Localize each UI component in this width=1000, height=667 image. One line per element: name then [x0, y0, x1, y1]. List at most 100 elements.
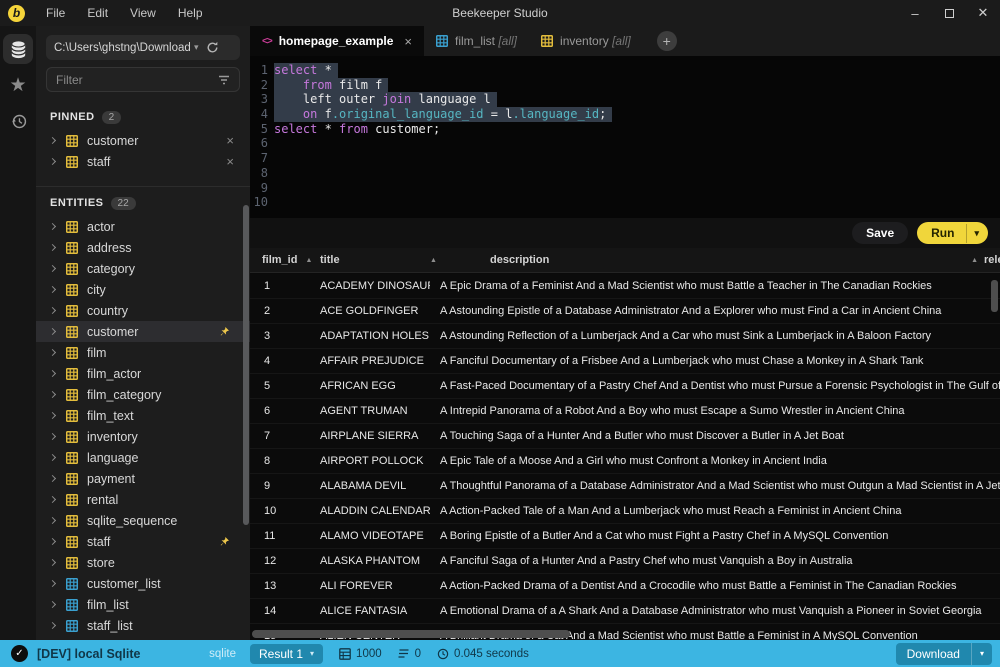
pinned-item-staff[interactable]: staff × — [36, 151, 250, 172]
entity-item-inventory[interactable]: inventory — [36, 426, 250, 447]
table-row[interactable]: 11 ALAMO VIDEOTAPE A Boring Epistle of a… — [250, 524, 1000, 549]
refresh-icon[interactable] — [206, 41, 219, 54]
cell-title[interactable]: AGENT TRUMAN — [312, 405, 430, 417]
entity-item-actor[interactable]: actor — [36, 216, 250, 237]
entity-item-film_text[interactable]: film_text — [36, 405, 250, 426]
chevron-right-icon[interactable] — [49, 496, 56, 503]
tab-homepage_example[interactable]: <>homepage_example × — [250, 26, 424, 56]
download-button[interactable]: Download ▾ — [896, 643, 992, 665]
table-row[interactable]: 8 AIRPORT POLLOCK A Epic Tale of a Moose… — [250, 449, 1000, 474]
cell-title[interactable]: ALAMO VIDEOTAPE — [312, 530, 430, 542]
maximize-button[interactable] — [932, 0, 966, 26]
cell-film-id[interactable]: 8 — [250, 455, 312, 467]
chevron-right-icon[interactable] — [49, 307, 56, 314]
cell-film-id[interactable]: 4 — [250, 355, 312, 367]
table-row[interactable]: 9 ALABAMA DEVIL A Thoughtful Panorama of… — [250, 474, 1000, 499]
entity-item-film[interactable]: film — [36, 342, 250, 363]
connection-selector[interactable]: C:\Users\ghstng\Downloads ▾ — [46, 35, 240, 60]
run-dropdown-caret-icon[interactable]: ▾ — [966, 224, 988, 243]
menu-edit[interactable]: Edit — [76, 0, 119, 26]
cell-title[interactable]: ALI FOREVER — [312, 580, 430, 592]
chevron-right-icon[interactable] — [49, 265, 56, 272]
vertical-scrollbar[interactable] — [991, 280, 998, 312]
cell-title[interactable]: AFFAIR PREJUDICE — [312, 355, 430, 367]
title-sort-zone[interactable]: ▲ — [430, 248, 490, 272]
cell-description[interactable]: A Epic Drama of a Feminist And a Mad Sci… — [430, 280, 1000, 292]
cell-film-id[interactable]: 6 — [250, 405, 312, 417]
cell-film-id[interactable]: 7 — [250, 430, 312, 442]
table-row[interactable]: 10 ALADDIN CALENDAR A Action-Packed Tale… — [250, 499, 1000, 524]
column-header-title[interactable]: title — [312, 248, 430, 272]
table-row[interactable]: 7 AIRPLANE SIERRA A Touching Saga of a H… — [250, 424, 1000, 449]
favorites-star-icon[interactable]: ★ — [3, 70, 33, 100]
cell-film-id[interactable]: 3 — [250, 330, 312, 342]
chevron-right-icon[interactable] — [49, 223, 56, 230]
sql-editor[interactable]: 1 select *2 from film f3 left outer join… — [250, 56, 1000, 218]
sort-asc-icon[interactable]: ▲ — [971, 257, 978, 264]
pin-icon[interactable] — [219, 326, 230, 337]
chevron-right-icon[interactable] — [49, 601, 56, 608]
chevron-right-icon[interactable] — [49, 475, 56, 482]
tab-inventory[interactable]: inventory [all] — [529, 26, 643, 56]
chevron-right-icon[interactable] — [49, 158, 56, 165]
cell-film-id[interactable]: 13 — [250, 580, 312, 592]
entity-item-payment[interactable]: payment — [36, 468, 250, 489]
cell-title[interactable]: ALICE FANTASIA — [312, 605, 430, 617]
cell-description[interactable]: A Action-Packed Tale of a Man And a Lumb… — [430, 505, 1000, 517]
result-selector-button[interactable]: Result 1 ▾ — [250, 644, 323, 664]
table-row[interactable]: 12 ALASKA PHANTOM A Fanciful Saga of a H… — [250, 549, 1000, 574]
menu-file[interactable]: File — [35, 0, 76, 26]
table-row[interactable]: 2 ACE GOLDFINGER A Astounding Epistle of… — [250, 299, 1000, 324]
cell-film-id[interactable]: 1 — [250, 280, 312, 292]
table-row[interactable]: 4 AFFAIR PREJUDICE A Fanciful Documentar… — [250, 349, 1000, 374]
entity-item-city[interactable]: city — [36, 279, 250, 300]
sidebar-scrollbar[interactable] — [243, 205, 249, 525]
cell-film-id[interactable]: 14 — [250, 605, 312, 617]
run-label[interactable]: Run — [917, 222, 966, 244]
cell-description[interactable]: A Fanciful Documentary of a Frisbee And … — [430, 355, 1000, 367]
cell-description[interactable]: A Boring Epistle of a Butler And a Cat w… — [430, 530, 1000, 542]
table-row[interactable]: 5 AFRICAN EGG A Fast-Paced Documentary o… — [250, 374, 1000, 399]
cell-film-id[interactable]: 9 — [250, 480, 312, 492]
entity-item-film_list[interactable]: film_list — [36, 594, 250, 615]
cell-description[interactable]: A Fanciful Saga of a Hunter And a Pastry… — [430, 555, 1000, 567]
cell-title[interactable]: AFRICAN EGG — [312, 380, 430, 392]
entity-item-staff[interactable]: staff — [36, 531, 250, 552]
entity-filter-input[interactable]: Filter — [46, 67, 240, 92]
chevron-right-icon[interactable] — [49, 559, 56, 566]
cell-description[interactable]: A Action-Packed Drama of a Dentist And a… — [430, 580, 1000, 592]
cell-film-id[interactable]: 10 — [250, 505, 312, 517]
cell-title[interactable]: ALASKA PHANTOM — [312, 555, 430, 567]
chevron-right-icon[interactable] — [49, 412, 56, 419]
cell-film-id[interactable]: 2 — [250, 305, 312, 317]
entity-item-language[interactable]: language — [36, 447, 250, 468]
save-button[interactable]: Save — [852, 222, 908, 244]
column-header-release-year[interactable]: release_year — [984, 248, 1000, 272]
cell-film-id[interactable]: 12 — [250, 555, 312, 567]
chevron-right-icon[interactable] — [49, 538, 56, 545]
cell-title[interactable]: AIRPORT POLLOCK — [312, 455, 430, 467]
cell-description[interactable]: A Fast-Paced Documentary of a Pastry Che… — [430, 380, 1000, 392]
entity-item-category[interactable]: category — [36, 258, 250, 279]
unpin-close-icon[interactable]: × — [226, 133, 234, 148]
pin-icon[interactable] — [219, 536, 230, 547]
entity-item-staff_list[interactable]: staff_list — [36, 615, 250, 636]
column-header-film-id[interactable]: film_id▲ — [250, 248, 312, 272]
cell-title[interactable]: ALABAMA DEVIL — [312, 480, 430, 492]
chevron-right-icon[interactable] — [49, 349, 56, 356]
cell-title[interactable]: ADAPTATION HOLES — [312, 330, 430, 342]
chevron-right-icon[interactable] — [49, 286, 56, 293]
table-row[interactable]: 14 ALICE FANTASIA A Emotional Drama of a… — [250, 599, 1000, 624]
unpin-close-icon[interactable]: × — [226, 154, 234, 169]
cell-description[interactable]: A Thoughtful Panorama of a Database Admi… — [430, 480, 1000, 492]
entity-item-store[interactable]: store — [36, 552, 250, 573]
cell-title[interactable]: ACE GOLDFINGER — [312, 305, 430, 317]
entity-item-country[interactable]: country — [36, 300, 250, 321]
cell-film-id[interactable]: 5 — [250, 380, 312, 392]
entity-item-sqlite_sequence[interactable]: sqlite_sequence — [36, 510, 250, 531]
table-row[interactable]: 13 ALI FOREVER A Action-Packed Drama of … — [250, 574, 1000, 599]
cell-title[interactable]: ACADEMY DINOSAUR — [312, 280, 430, 292]
table-row[interactable]: 6 AGENT TRUMAN A Intrepid Panorama of a … — [250, 399, 1000, 424]
cell-description[interactable]: A Emotional Drama of a A Shark And a Dat… — [430, 605, 1000, 617]
table-row[interactable]: 1 ACADEMY DINOSAUR A Epic Drama of a Fem… — [250, 274, 1000, 299]
